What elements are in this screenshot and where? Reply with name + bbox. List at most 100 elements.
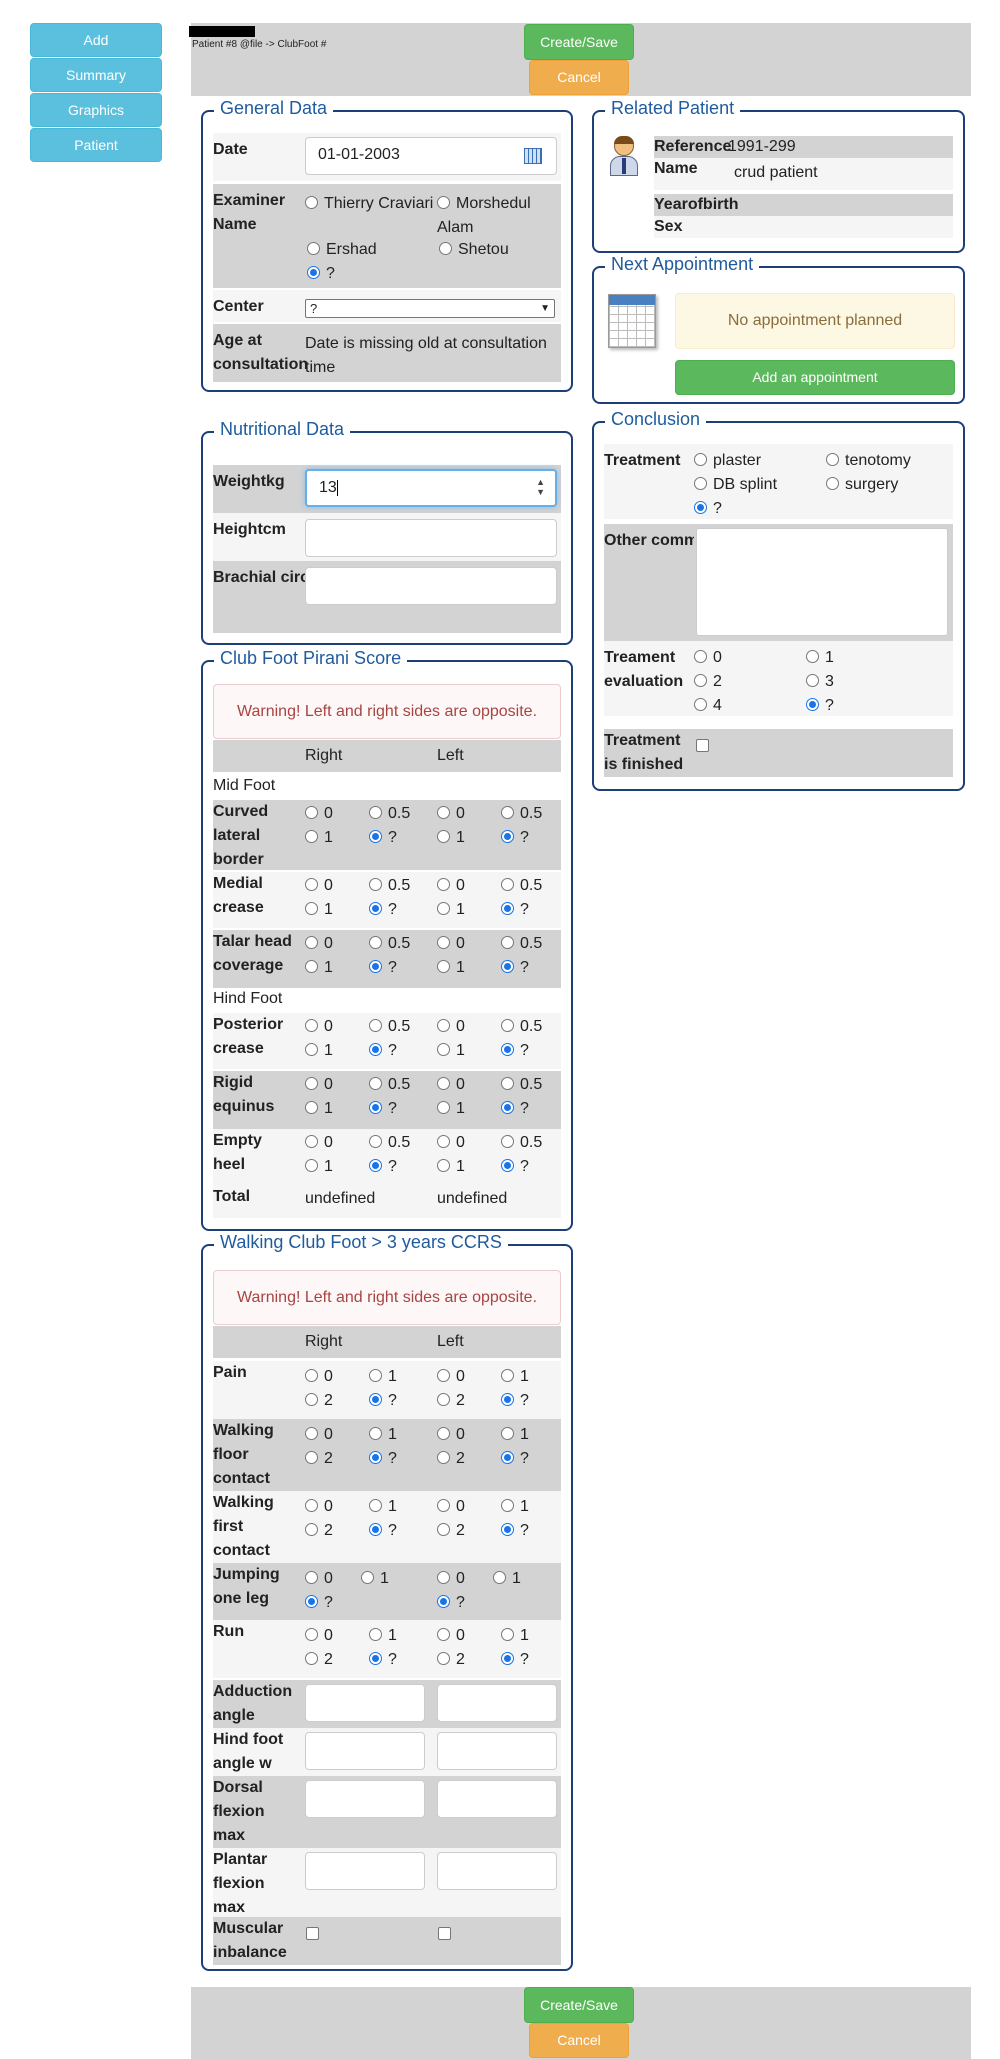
right-option-0[interactable]: 0 <box>305 1569 333 1589</box>
center-select[interactable]: ? ▼ <box>305 299 555 318</box>
left-option-unknown[interactable]: ? <box>501 1650 529 1670</box>
left-measurement-input[interactable] <box>437 1852 557 1890</box>
radio-selected-icon[interactable] <box>437 1595 450 1609</box>
eval-option-0[interactable]: 0 <box>694 648 722 668</box>
right-option-0[interactable]: 0 <box>305 934 333 954</box>
radio-icon[interactable] <box>437 960 450 974</box>
radio-icon[interactable] <box>305 196 318 210</box>
graphics-button[interactable]: Graphics <box>30 93 162 127</box>
radio-selected-icon[interactable] <box>501 902 514 916</box>
radio-icon[interactable] <box>437 936 450 950</box>
brachial-input[interactable] <box>305 567 557 605</box>
right-option-1[interactable]: 1 <box>369 1497 397 1517</box>
radio-selected-icon[interactable] <box>369 1652 382 1666</box>
examiner-option-2[interactable]: Morshedul Alam <box>437 192 567 240</box>
height-input[interactable] <box>305 519 557 557</box>
radio-icon[interactable] <box>305 1369 318 1383</box>
left-option-0-5[interactable]: 0.5 <box>501 1133 542 1153</box>
radio-icon[interactable] <box>305 902 318 916</box>
left-option-unknown[interactable]: ? <box>501 1099 529 1119</box>
left-option-1[interactable]: 1 <box>501 1497 529 1517</box>
save-button[interactable]: Create/Save <box>524 24 634 60</box>
radio-icon[interactable] <box>439 242 452 256</box>
radio-selected-icon[interactable] <box>501 960 514 974</box>
left-option-unknown[interactable]: ? <box>501 1521 529 1541</box>
radio-icon[interactable] <box>437 1159 450 1173</box>
radio-icon[interactable] <box>501 806 514 820</box>
left-measurement-input[interactable] <box>437 1732 557 1770</box>
examiner-option-5[interactable]: ? <box>307 264 335 284</box>
radio-selected-icon[interactable] <box>806 698 819 712</box>
radio-icon[interactable] <box>694 453 707 467</box>
right-option-unknown[interactable]: ? <box>369 1449 397 1469</box>
radio-selected-icon[interactable] <box>501 1101 514 1115</box>
right-option-0[interactable]: 0 <box>305 1425 333 1445</box>
treatment-option-unknown[interactable]: ? <box>694 499 722 519</box>
left-option-1[interactable]: 1 <box>493 1569 521 1589</box>
right-option-0[interactable]: 0 <box>305 876 333 896</box>
right-option-2[interactable]: 2 <box>305 1391 333 1411</box>
radio-icon[interactable] <box>305 1135 318 1149</box>
left-option-0-5[interactable]: 0.5 <box>501 934 542 954</box>
radio-icon[interactable] <box>437 1393 450 1407</box>
right-measurement-input[interactable] <box>305 1780 425 1818</box>
right-option-unknown[interactable]: ? <box>305 1593 333 1613</box>
left-option-0-5[interactable]: 0.5 <box>501 804 542 824</box>
radio-icon[interactable] <box>501 1077 514 1091</box>
left-option-0[interactable]: 0 <box>437 1497 465 1517</box>
radio-icon[interactable] <box>501 1369 514 1383</box>
radio-icon[interactable] <box>501 1427 514 1441</box>
date-input[interactable]: 01-01-2003 <box>305 137 557 175</box>
radio-icon[interactable] <box>305 1451 318 1465</box>
radio-icon[interactable] <box>437 902 450 916</box>
radio-icon[interactable] <box>305 1571 318 1585</box>
add-button[interactable]: Add <box>30 23 162 57</box>
radio-icon[interactable] <box>501 936 514 950</box>
right-option-1[interactable]: 1 <box>369 1425 397 1445</box>
eval-option-2[interactable]: 2 <box>694 672 722 692</box>
radio-selected-icon[interactable] <box>501 1043 514 1057</box>
right-measurement-input[interactable] <box>305 1732 425 1770</box>
radio-icon[interactable] <box>437 1101 450 1115</box>
right-option-2[interactable]: 2 <box>305 1650 333 1670</box>
left-measurement-input[interactable] <box>437 1684 557 1722</box>
add-appointment-button[interactable]: Add an appointment <box>675 360 955 395</box>
radio-selected-icon[interactable] <box>369 830 382 844</box>
left-option-1[interactable]: 1 <box>437 1157 465 1177</box>
radio-icon[interactable] <box>437 1571 450 1585</box>
left-measurement-input[interactable] <box>437 1780 557 1818</box>
right-option-1[interactable]: 1 <box>305 1099 333 1119</box>
radio-icon[interactable] <box>437 1628 450 1642</box>
right-option-2[interactable]: 2 <box>305 1449 333 1469</box>
cancel-button[interactable]: Cancel <box>529 2023 629 2058</box>
radio-icon[interactable] <box>305 878 318 892</box>
right-option-1[interactable]: 1 <box>305 1041 333 1061</box>
treatment-option-tenotomy[interactable]: tenotomy <box>826 451 911 471</box>
radio-selected-icon[interactable] <box>694 501 707 515</box>
radio-icon[interactable] <box>369 1628 382 1642</box>
radio-icon[interactable] <box>305 1019 318 1033</box>
right-option-0[interactable]: 0 <box>305 1497 333 1517</box>
left-option-0[interactable]: 0 <box>437 804 465 824</box>
radio-icon[interactable] <box>437 1523 450 1537</box>
save-button[interactable]: Create/Save <box>524 1987 634 2023</box>
radio-icon[interactable] <box>369 1499 382 1513</box>
left-option-unknown[interactable]: ? <box>437 1593 465 1613</box>
finished-checkbox[interactable] <box>696 739 709 752</box>
radio-icon[interactable] <box>437 1043 450 1057</box>
left-option-unknown[interactable]: ? <box>501 1391 529 1411</box>
right-option-1[interactable]: 1 <box>305 1157 333 1177</box>
left-option-unknown[interactable]: ? <box>501 1449 529 1469</box>
muscular-right-checkbox[interactable] <box>306 1927 319 1940</box>
eval-option-1[interactable]: 1 <box>806 648 834 668</box>
radio-icon[interactable] <box>501 1499 514 1513</box>
radio-icon[interactable] <box>307 242 320 256</box>
radio-selected-icon[interactable] <box>369 1159 382 1173</box>
radio-icon[interactable] <box>501 1135 514 1149</box>
radio-icon[interactable] <box>694 477 707 491</box>
radio-icon[interactable] <box>305 1652 318 1666</box>
radio-icon[interactable] <box>305 1159 318 1173</box>
radio-selected-icon[interactable] <box>501 1159 514 1173</box>
radio-icon[interactable] <box>305 830 318 844</box>
right-option-2[interactable]: 2 <box>305 1521 333 1541</box>
